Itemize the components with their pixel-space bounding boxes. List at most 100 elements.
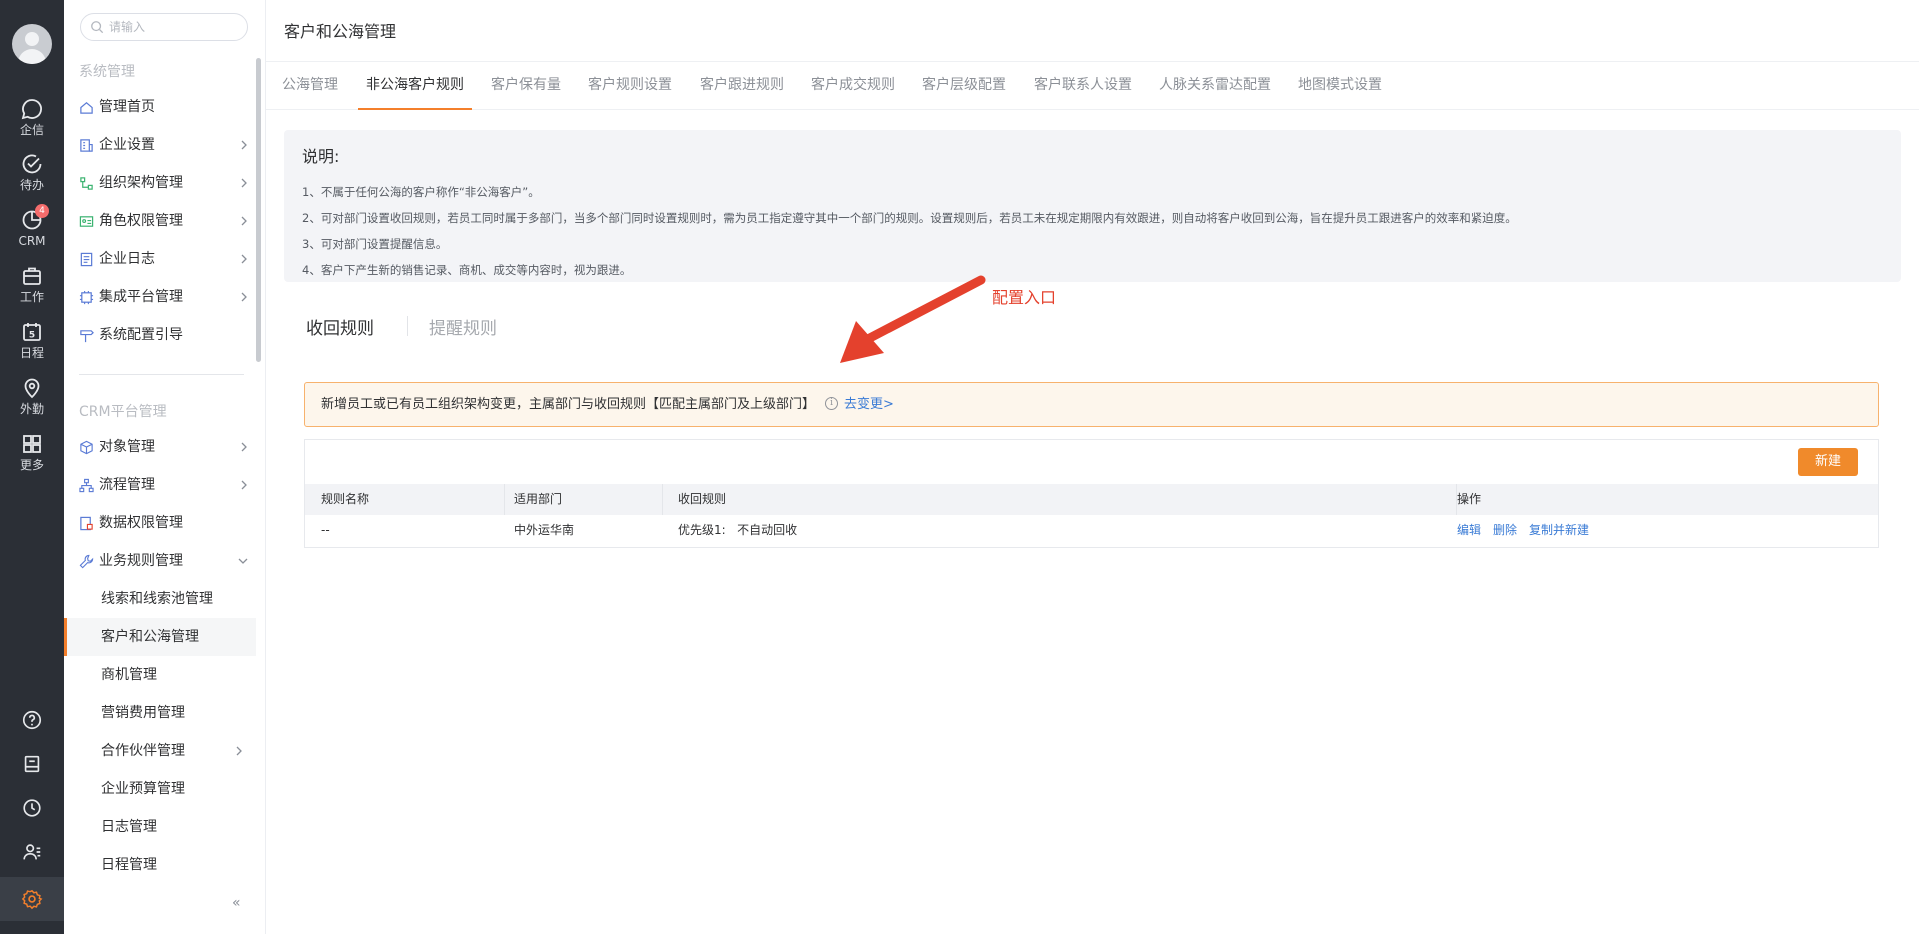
- sidebar-subitem-label: 合作伙伴管理: [101, 743, 185, 759]
- delete-link[interactable]: 删除: [1493, 523, 1517, 537]
- sidebar-item-enterprise-log[interactable]: 企业日志: [79, 247, 249, 271]
- cell-department: 中外运华南: [514, 523, 575, 537]
- rail-history[interactable]: [0, 797, 64, 819]
- info-icon[interactable]: i: [825, 397, 839, 410]
- search-input[interactable]: 请输入: [80, 13, 248, 41]
- tab-map-mode[interactable]: 地图模式设置: [1298, 74, 1382, 110]
- briefcase-icon: [23, 267, 41, 285]
- sidebar-subitem-budget[interactable]: 企业预算管理: [64, 770, 256, 808]
- rail-help[interactable]: [0, 709, 64, 731]
- rail-notebook[interactable]: [0, 753, 64, 775]
- subtab-reclaim-rules[interactable]: 收回规则: [306, 314, 374, 339]
- sidebar-subitem-customers[interactable]: 客户和公海管理: [64, 618, 256, 656]
- rail-item-calendar[interactable]: 5 日程: [0, 320, 64, 360]
- location-icon: [24, 378, 40, 399]
- rail-item-more[interactable]: 更多: [0, 432, 64, 472]
- subtab-reminder-rules[interactable]: 提醒规则: [429, 314, 497, 339]
- cell-rule-name: --: [321, 523, 330, 537]
- rail-item-chat[interactable]: 企信: [0, 97, 64, 137]
- sidebar-item-label: 企业设置: [99, 137, 155, 153]
- main-content: 客户和公海管理 公海管理 非公海客户规则 客户保有量 客户规则设置 客户跟进规则…: [266, 0, 1919, 934]
- change-link[interactable]: 去变更>: [844, 397, 894, 412]
- sidebar-item-admin-home[interactable]: 管理首页: [79, 95, 249, 119]
- sidebar-item-integration[interactable]: 集成平台管理: [79, 285, 249, 309]
- collapse-sidebar-button[interactable]: «: [232, 896, 246, 910]
- tab-tier-config[interactable]: 客户层级配置: [922, 74, 1006, 110]
- chevron-right-icon: [241, 140, 247, 150]
- sidebar-item-role[interactable]: 角色权限管理: [79, 209, 249, 233]
- rail-settings[interactable]: [0, 877, 64, 921]
- rail-label: 待办: [19, 178, 44, 192]
- sidebar-scrollbar[interactable]: [256, 58, 261, 362]
- id-card-icon: [79, 216, 94, 227]
- tab-customer-retention[interactable]: 客户保有量: [491, 74, 561, 110]
- subtab-separator: [407, 316, 408, 336]
- sidebar-item-flow[interactable]: 流程管理: [79, 473, 249, 497]
- rail-item-field[interactable]: 外勤: [0, 376, 64, 416]
- sidebar-subitem-opportunities[interactable]: 商机管理: [64, 656, 256, 694]
- sidebar-item-business-rules[interactable]: 业务规则管理: [79, 549, 249, 573]
- new-rule-button[interactable]: 新建: [1798, 448, 1858, 476]
- check-circle-icon: [22, 154, 42, 174]
- rail-item-todo[interactable]: 待办: [0, 152, 64, 192]
- sidebar-item-config-guide[interactable]: 系统配置引导: [79, 323, 249, 347]
- chevron-right-icon: [241, 178, 247, 188]
- tab-deal-rules[interactable]: 客户成交规则: [811, 74, 895, 110]
- rail-item-work[interactable]: 工作: [0, 264, 64, 304]
- tab-customer-rules-settings[interactable]: 客户规则设置: [588, 74, 672, 110]
- sidebar-item-label: 企业日志: [99, 251, 155, 267]
- building-icon: [80, 139, 93, 152]
- settings-icon: [21, 889, 43, 910]
- sidebar-subitem-schedule[interactable]: 日程管理: [64, 846, 256, 884]
- tab-contact-settings[interactable]: 客户联系人设置: [1034, 74, 1132, 110]
- tab-follow-up-rules[interactable]: 客户跟进规则: [700, 74, 784, 110]
- chip-icon: [79, 290, 94, 305]
- sidebar-item-label: 角色权限管理: [99, 213, 183, 229]
- notebook-icon: [24, 755, 40, 773]
- rail-label: 企信: [19, 123, 44, 137]
- home-icon: [80, 102, 93, 114]
- wrench-icon: [79, 554, 94, 569]
- description-panel: 说明: 1、不属于任何公海的客户称作“非公海客户”。 2、可对部门设置收回规则，…: [284, 130, 1901, 282]
- sidebar-divider: [79, 374, 244, 375]
- annotation-label: 配置入口: [992, 288, 1057, 307]
- change-notice: 新增员工或已有员工组织架构变更，主属部门与收回规则【匹配主属部门及上级部门】 i 去…: [304, 382, 1879, 427]
- rail-label: 外勤: [19, 402, 44, 416]
- rule-priority: 优先级1:: [678, 523, 726, 537]
- sidebar-item-data-permission[interactable]: 数据权限管理: [79, 511, 249, 535]
- tab-relationship-radar[interactable]: 人脉关系雷达配置: [1159, 74, 1271, 110]
- search-icon: [91, 21, 104, 34]
- cube-icon: [80, 440, 93, 455]
- clock-icon: [23, 799, 41, 817]
- copy-and-new-link[interactable]: 复制并新建: [1529, 523, 1589, 537]
- sidebar-subitem-marketing-expense[interactable]: 营销费用管理: [64, 694, 256, 732]
- tab-non-public-rules[interactable]: 非公海客户规则: [358, 74, 472, 110]
- sidebar: 请输入 系统管理 管理首页 企业设置 组织架构管理 角色权限管理 企业日志 集成…: [64, 0, 266, 934]
- description-line: 2、可对部门设置收回规则，若员工同时属于多部门，当多个部门同时设置规则时，需为员…: [302, 211, 1517, 225]
- description-line: 1、不属于任何公海的客户称作“非公海客户”。: [302, 185, 540, 199]
- search-placeholder: 请输入: [109, 20, 146, 34]
- sidebar-subitem-leads[interactable]: 线索和线索池管理: [64, 580, 256, 618]
- chevron-down-icon: [238, 558, 248, 564]
- help-icon: [22, 710, 42, 730]
- flow-icon: [79, 478, 94, 493]
- sidebar-item-object[interactable]: 对象管理: [79, 435, 249, 459]
- rail-label: 工作: [19, 290, 44, 304]
- chevron-right-icon: [241, 216, 247, 226]
- description-line: 3、可对部门设置提醒信息。: [302, 237, 448, 251]
- chevron-right-icon: [241, 442, 247, 452]
- rail-label: 更多: [19, 458, 44, 472]
- avatar[interactable]: [12, 24, 52, 64]
- rail-item-crm[interactable]: 4 CRM: [0, 204, 64, 248]
- sidebar-item-enterprise-settings[interactable]: 企业设置: [79, 133, 249, 157]
- rail-contacts[interactable]: [0, 841, 64, 863]
- tab-public-pool[interactable]: 公海管理: [282, 74, 338, 110]
- sidebar-subitem-partners[interactable]: 合作伙伴管理: [64, 732, 256, 770]
- grid-icon: [23, 435, 41, 453]
- edit-link[interactable]: 编辑: [1457, 523, 1481, 537]
- chevron-right-icon: [236, 746, 242, 756]
- data-lock-icon: [80, 516, 93, 531]
- column-header-reclaim-rule: 收回规则: [662, 484, 1457, 515]
- sidebar-subitem-log[interactable]: 日志管理: [64, 808, 256, 846]
- sidebar-item-org[interactable]: 组织架构管理: [79, 171, 249, 195]
